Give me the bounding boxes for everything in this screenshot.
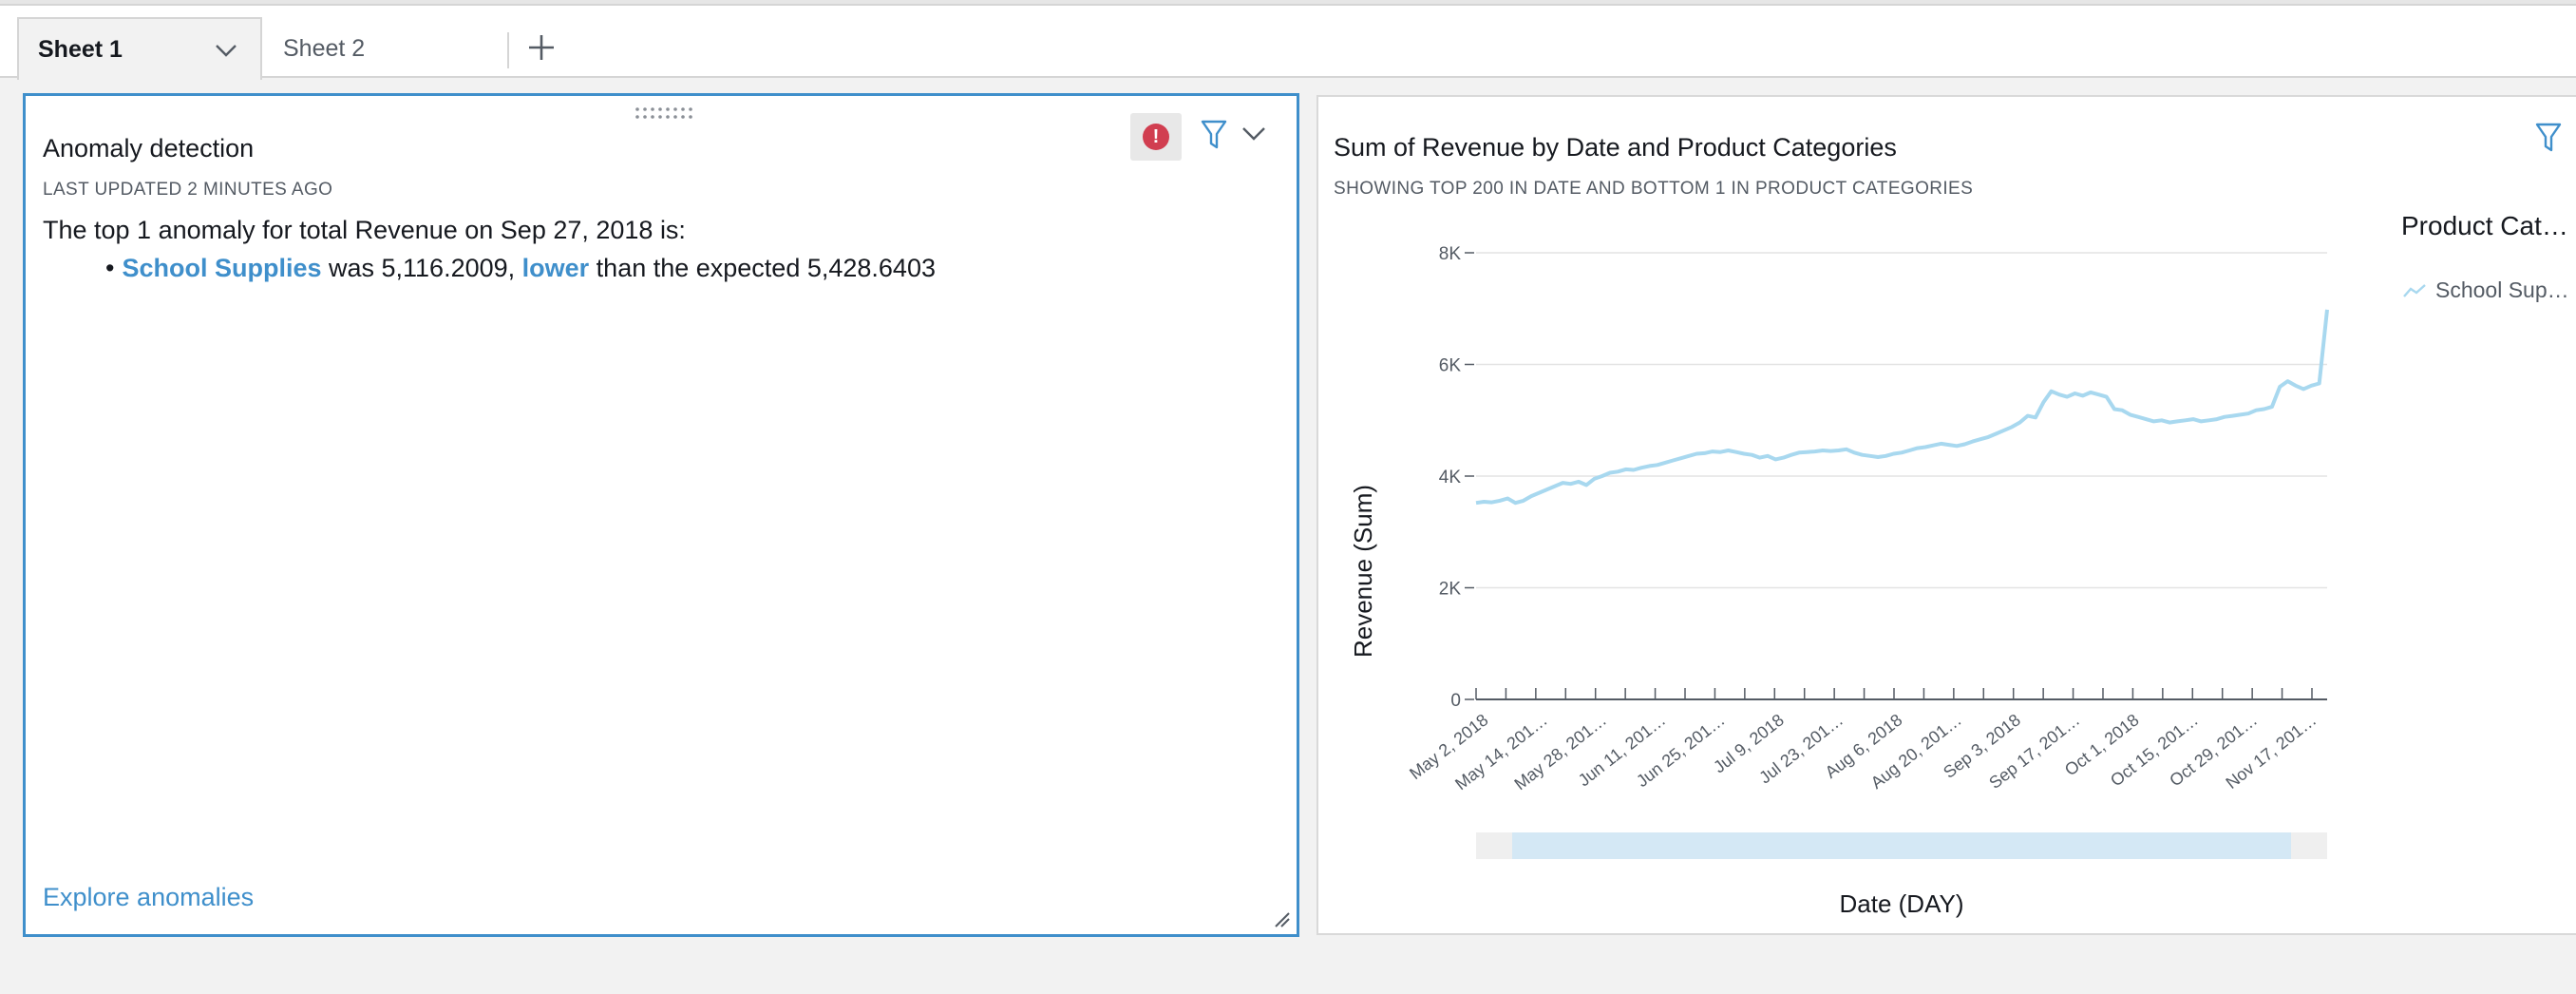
revenue-line-chart: 02K4K6K8KMay 2, 2018May 14, 201…May 28, … [1349,244,2329,918]
anomaly-value-text: was 5,116.2009, [321,254,522,282]
add-sheet-button[interactable] [522,29,560,67]
filter-icon[interactable] [1200,119,1228,151]
legend-item[interactable]: School Sup… [2403,277,2569,303]
anomaly-detail: • School Supplies was 5,116.2009, lower t… [105,254,936,283]
explore-anomalies-link[interactable]: Explore anomalies [43,883,254,912]
bullet: • [105,254,115,282]
alert-icon: ! [1143,124,1169,150]
anomaly-summary: The top 1 anomaly for total Revenue on S… [43,216,686,244]
legend-title: Product Cat… [2401,211,2568,240]
line-series-icon [2403,283,2426,297]
tab-sheet-2[interactable]: Sheet 2 [264,17,505,80]
y-tick-label: 0 [1450,691,1461,711]
category-link[interactable]: School Supplies [122,254,321,282]
series-line[interactable] [1475,309,2329,506]
tab-sheet-1[interactable]: Sheet 1 [17,17,262,80]
last-updated-label: LAST UPDATED 2 MINUTES AGO [43,180,333,200]
chevron-down-icon[interactable] [213,40,239,61]
legend-item-label: School Sup… [2435,277,2569,302]
tab-divider [507,32,509,68]
chevron-down-icon[interactable] [1240,123,1268,145]
drag-handle-icon[interactable] [634,105,694,121]
x-axis-title: Date (DAY) [1840,889,1964,918]
expected-value-text: than the expected 5,428.6403 [589,254,936,282]
tab-sheet-1-label: Sheet 1 [38,35,123,63]
anomaly-detection-panel[interactable]: Anomaly detection LAST UPDATED 2 MINUTES… [23,93,1299,937]
direction-link[interactable]: lower [522,254,590,282]
tab-sheet-2-label: Sheet 2 [283,34,366,62]
revenue-chart-panel[interactable]: Sum of Revenue by Date and Product Categ… [1316,95,2576,935]
y-tick-label: 8K [1439,244,1462,264]
plus-icon [529,35,554,60]
panel-title: Anomaly detection [43,134,255,162]
y-tick-label: 6K [1439,356,1462,376]
y-axis-title: Revenue (Sum) [1349,485,1377,658]
y-tick-label: 2K [1439,580,1462,600]
resize-handle-icon[interactable] [1274,911,1291,928]
scrollbar-thumb[interactable] [1512,832,2291,859]
y-tick-label: 4K [1439,468,1462,487]
anomaly-alert-button[interactable]: ! [1130,113,1182,161]
sheet-tab-bar: Sheet 1 Sheet 2 [0,6,2576,80]
